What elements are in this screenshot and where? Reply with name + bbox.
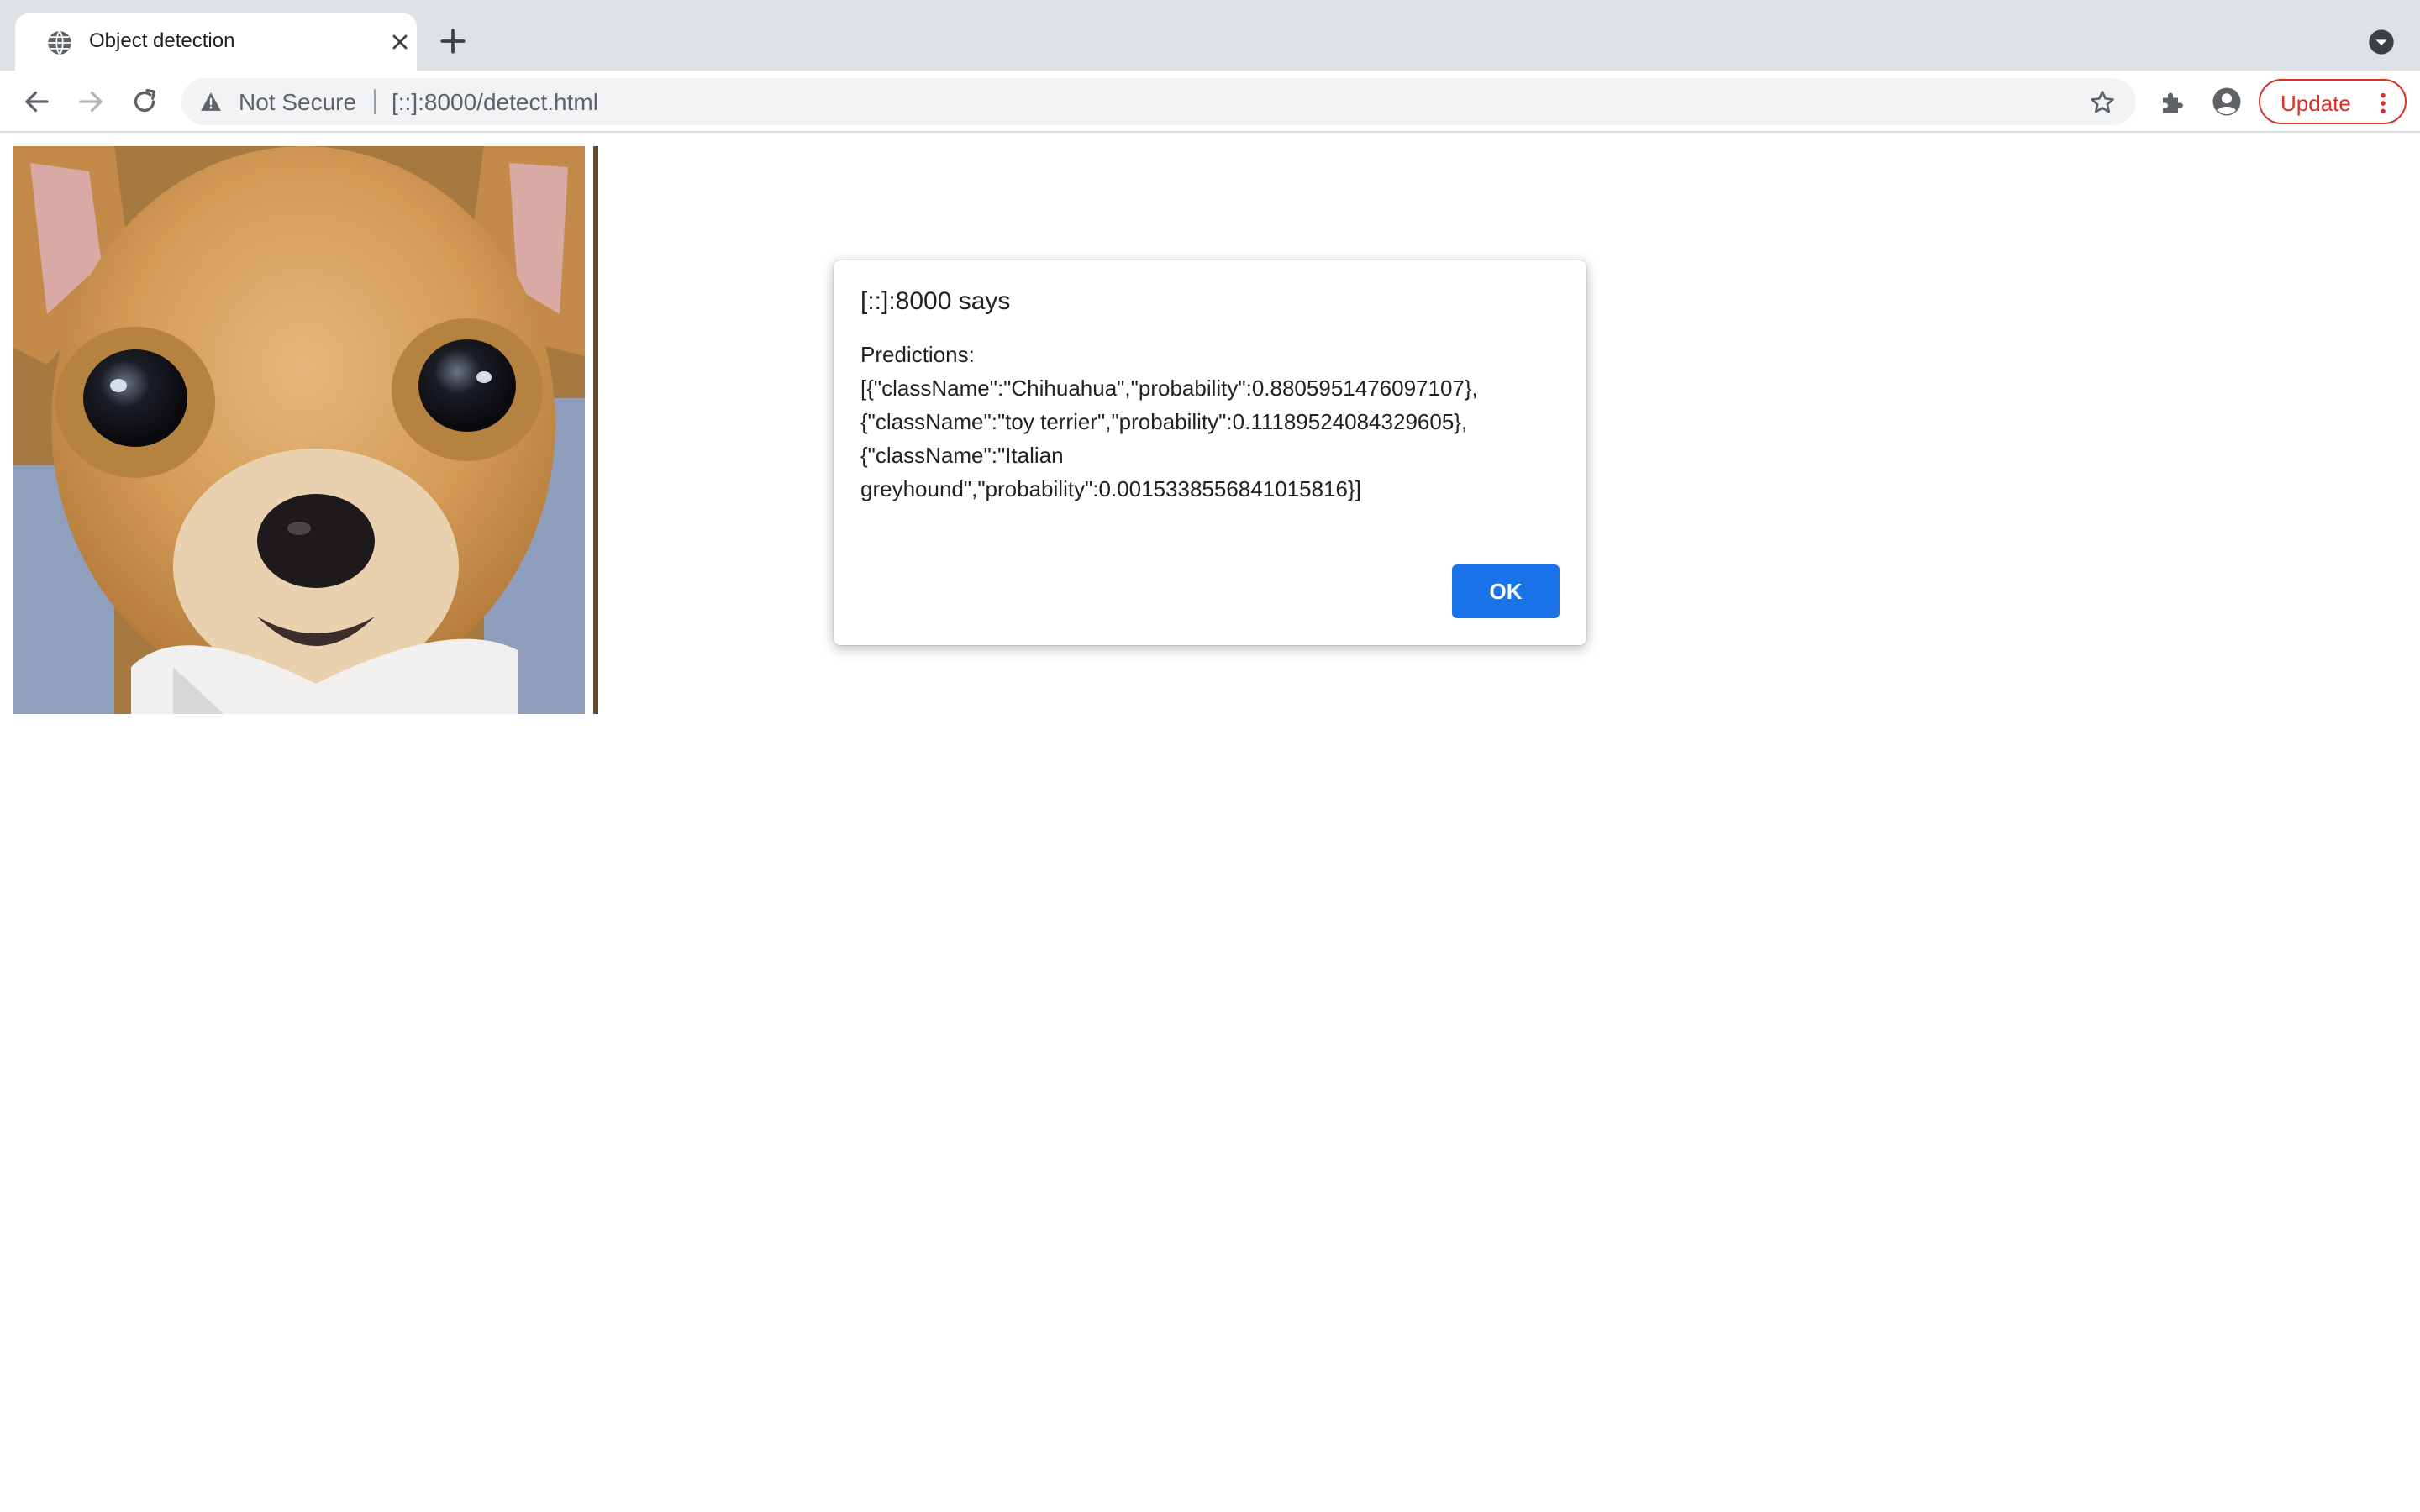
ok-button[interactable]: OK [1452,564,1560,618]
tab-strip: Object detection [0,0,2420,71]
ok-button-label: OK [1489,578,1523,604]
star-icon[interactable] [2089,89,2116,116]
close-icon[interactable] [388,30,412,54]
alert-message: Predictions: [{"className":"Chihuahua","… [860,342,1478,501]
update-label: Update [2281,91,2351,116]
browser-toolbar: Not Secure [::]:8000/detect.html Update [0,71,2420,133]
update-button[interactable]: Update [2259,79,2407,124]
plus-icon[interactable] [439,27,467,55]
globe-icon [48,30,71,55]
arrow-right-icon[interactable] [76,87,106,117]
browser-tab[interactable]: Object detection [15,13,417,71]
reload-icon[interactable] [129,87,160,117]
address-bar[interactable]: Not Secure [::]:8000/detect.html [182,78,2136,125]
arrow-left-icon[interactable] [22,87,52,117]
url-text[interactable]: [::]:8000/detect.html [392,89,598,116]
warning-icon[interactable] [200,92,222,112]
omnibox-divider [374,89,376,114]
chevron-down-circle-icon[interactable] [2368,29,2395,55]
puzzle-icon[interactable] [2158,87,2188,117]
tab-title: Object detection [89,29,235,52]
person-circle-icon[interactable] [2212,87,2242,117]
alert-dialog: [::]:8000 says Predictions: [{"className… [834,260,1586,645]
page-content: [::]:8000 says Predictions: [{"className… [0,133,2420,1512]
alert-title: [::]:8000 says [860,287,1011,315]
kebab-menu-icon[interactable] [2378,92,2388,115]
security-label[interactable]: Not Secure [239,89,356,116]
chihuahua-photo [13,146,598,714]
